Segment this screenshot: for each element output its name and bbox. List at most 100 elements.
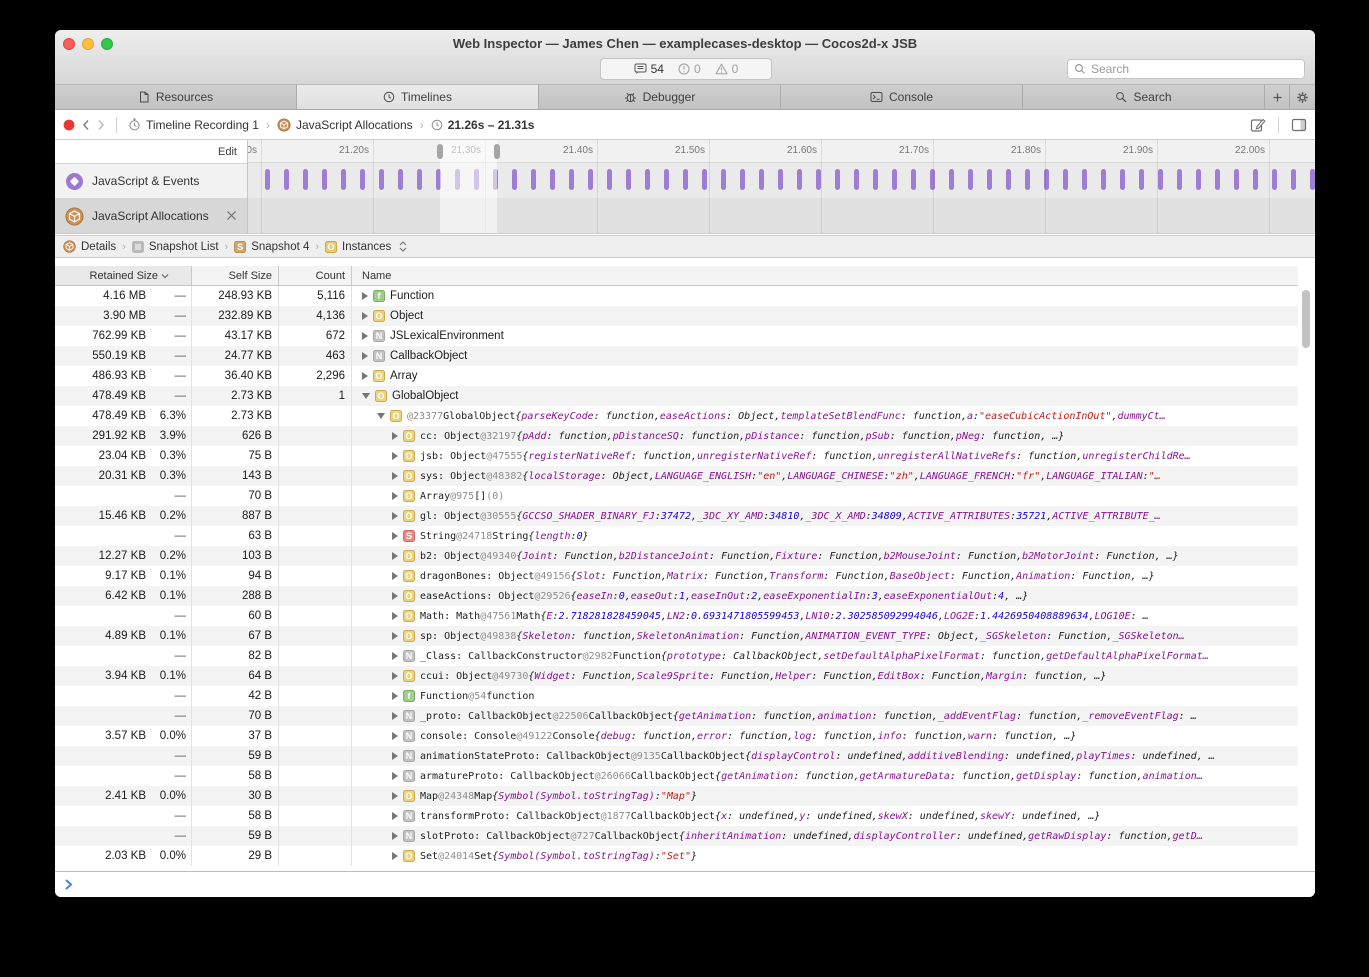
table-row[interactable]: 2.03 KB0.0%29 BOSet @24014 Set {Symbol(S… [55, 846, 1298, 866]
scrollbar-thumb[interactable] [1302, 290, 1310, 348]
column-header-count[interactable]: Count [279, 266, 352, 285]
toolbar-search-field[interactable]: Search [1067, 59, 1305, 79]
close-window-button[interactable] [63, 38, 75, 50]
activity-summary[interactable]: 54 0 0 [600, 58, 772, 80]
expand-toggle-icon[interactable] [392, 492, 398, 500]
table-row[interactable]: —70 BOArray @975 [] (0) [55, 486, 1298, 506]
crumb-details[interactable]: Details [63, 240, 116, 253]
expand-toggle-icon[interactable] [392, 432, 398, 440]
expand-toggle-icon[interactable] [392, 652, 398, 660]
table-row[interactable]: 762.99 KB—43.17 KB672NJSLexicalEnvironme… [55, 326, 1298, 346]
table-row[interactable]: —59 BNslotProto: CallbackObject @727 Cal… [55, 826, 1298, 846]
close-track-icon[interactable] [226, 210, 237, 221]
table-row[interactable]: 291.92 KB3.9%626 BOcc: Object @32197 {pA… [55, 426, 1298, 446]
expand-toggle-icon[interactable] [392, 772, 398, 780]
minimize-window-button[interactable] [82, 38, 94, 50]
tab-console[interactable]: Console [781, 85, 1023, 109]
table-row[interactable]: 6.42 KB0.1%288 BOeaseActions: Object @29… [55, 586, 1298, 606]
table-row[interactable]: 3.94 KB0.1%64 BOccui: Object @49730 {Wid… [55, 666, 1298, 686]
expand-toggle-icon[interactable] [392, 812, 398, 820]
tab-timelines[interactable]: Timelines [297, 85, 539, 109]
expand-toggle-icon[interactable] [392, 852, 398, 860]
table-row[interactable]: —70 BN_proto: CallbackObject @22506 Call… [55, 706, 1298, 726]
breadcrumb-time-range[interactable]: 21.26s – 21.31s [431, 118, 535, 132]
table-row[interactable]: 478.49 KB—2.73 KB1OGlobalObject [55, 386, 1298, 406]
breadcrumb-instrument[interactable]: JavaScript Allocations [277, 118, 413, 132]
tab-resources[interactable]: Resources [55, 85, 297, 109]
record-button[interactable] [63, 119, 75, 131]
table-row[interactable]: 4.89 KB0.1%67 BOsp: Object @49838 {Skele… [55, 626, 1298, 646]
expand-toggle-icon[interactable] [392, 472, 398, 480]
table-row[interactable]: 4.16 MB—248.93 KB5,116fFunction [55, 286, 1298, 306]
expand-toggle-icon[interactable] [362, 372, 368, 380]
table-row[interactable]: —42 BfFunction @54 function [55, 686, 1298, 706]
table-row[interactable]: —63 BSString @24718 String {length: 0} [55, 526, 1298, 546]
collapse-toggle-icon[interactable] [377, 413, 385, 419]
expand-toggle-icon[interactable] [392, 792, 398, 800]
timeline-selection[interactable] [440, 140, 497, 233]
table-row[interactable]: 3.57 KB0.0%37 BNconsole: Console @49122 … [55, 726, 1298, 746]
expand-toggle-icon[interactable] [392, 672, 398, 680]
back-button[interactable] [82, 119, 90, 131]
table-row[interactable]: 3.90 MB—232.89 KB4,136OObject [55, 306, 1298, 326]
expand-toggle-icon[interactable] [392, 752, 398, 760]
toggle-right-sidebar-icon[interactable] [1291, 118, 1307, 132]
expand-toggle-icon[interactable] [362, 352, 368, 360]
table-row[interactable]: 15.46 KB0.2%887 BOgl: Object @30555 {GCC… [55, 506, 1298, 526]
settings-tab-button[interactable] [1290, 85, 1315, 109]
expand-toggle-icon[interactable] [392, 452, 398, 460]
expand-toggle-icon[interactable] [392, 532, 398, 540]
column-header-self-size[interactable]: Self Size [192, 266, 279, 285]
timeline-edit-button[interactable]: Edit [218, 146, 237, 158]
zoom-window-button[interactable] [101, 38, 113, 50]
expand-toggle-icon[interactable] [362, 292, 368, 300]
warning-count[interactable]: 0 [715, 62, 739, 76]
track-javascript-events[interactable]: JavaScript & Events [55, 163, 247, 198]
expand-toggle-icon[interactable] [362, 332, 368, 340]
selection-start-handle[interactable] [437, 144, 443, 159]
crumb-instances[interactable]: O Instances [325, 241, 407, 253]
quick-console[interactable] [55, 871, 1315, 897]
expand-toggle-icon[interactable] [392, 632, 398, 640]
popup-updown-icon[interactable] [399, 241, 407, 252]
table-row[interactable]: 2.41 KB0.0%30 BOMap @24348 Map {Symbol(S… [55, 786, 1298, 806]
tab-debugger[interactable]: Debugger [539, 85, 781, 109]
expand-toggle-icon[interactable] [392, 712, 398, 720]
crumb-snapshot-list[interactable]: Snapshot List [132, 241, 219, 253]
selection-end-handle[interactable] [494, 144, 500, 159]
expand-toggle-icon[interactable] [362, 312, 368, 320]
table-row[interactable]: —58 BNtransformProto: CallbackObject @18… [55, 806, 1298, 826]
table-row[interactable]: 9.17 KB0.1%94 BOdragonBones: Object @491… [55, 566, 1298, 586]
forward-button[interactable] [97, 119, 105, 131]
error-count[interactable]: 0 [678, 62, 701, 76]
new-tab-button[interactable] [1265, 85, 1290, 109]
table-row[interactable]: 23.04 KB0.3%75 BOjsb: Object @47555 {reg… [55, 446, 1298, 466]
table-row[interactable]: 486.93 KB—36.40 KB2,296OArray [55, 366, 1298, 386]
table-row[interactable]: 478.49 KB6.3%2.73 KBO@23377 GlobalObject… [55, 406, 1298, 426]
table-row[interactable]: —82 BN_Class: CallbackConstructor @2982 … [55, 646, 1298, 666]
expand-toggle-icon[interactable] [392, 592, 398, 600]
expand-toggle-icon[interactable] [392, 832, 398, 840]
vertical-scrollbar[interactable] [1298, 266, 1315, 866]
expand-toggle-icon[interactable] [392, 572, 398, 580]
table-row[interactable]: —59 BNanimationStateProto: CallbackObjec… [55, 746, 1298, 766]
expand-toggle-icon[interactable] [392, 512, 398, 520]
table-row[interactable]: 12.27 KB0.2%103 BOb2: Object @49340 {Joi… [55, 546, 1298, 566]
table-row[interactable]: 20.31 KB0.3%143 BOsys: Object @48382 {lo… [55, 466, 1298, 486]
expand-toggle-icon[interactable] [392, 732, 398, 740]
edit-shortcuts-icon[interactable] [1250, 117, 1266, 133]
table-row[interactable]: —58 BNarmatureProto: CallbackObject @260… [55, 766, 1298, 786]
column-header-name[interactable]: Name [352, 266, 1298, 285]
expand-toggle-icon[interactable] [392, 692, 398, 700]
column-header-retained-size[interactable]: Retained Size [55, 266, 192, 285]
console-message-count[interactable]: 54 [634, 62, 664, 76]
track-javascript-allocations[interactable]: JavaScript Allocations [55, 198, 247, 233]
collapse-toggle-icon[interactable] [362, 393, 370, 399]
table-row[interactable]: —60 BOMath: Math @47561 Math {E: 2.71828… [55, 606, 1298, 626]
crumb-snapshot-4[interactable]: S Snapshot 4 [234, 241, 309, 253]
timeline-graph-area[interactable]: 21.10s21.20s21.30s21.40s21.50s21.60s21.7… [248, 140, 1315, 233]
breadcrumb-recording[interactable]: Timeline Recording 1 [128, 118, 259, 132]
table-row[interactable]: 550.19 KB—24.77 KB463NCallbackObject [55, 346, 1298, 366]
expand-toggle-icon[interactable] [392, 612, 398, 620]
expand-toggle-icon[interactable] [392, 552, 398, 560]
